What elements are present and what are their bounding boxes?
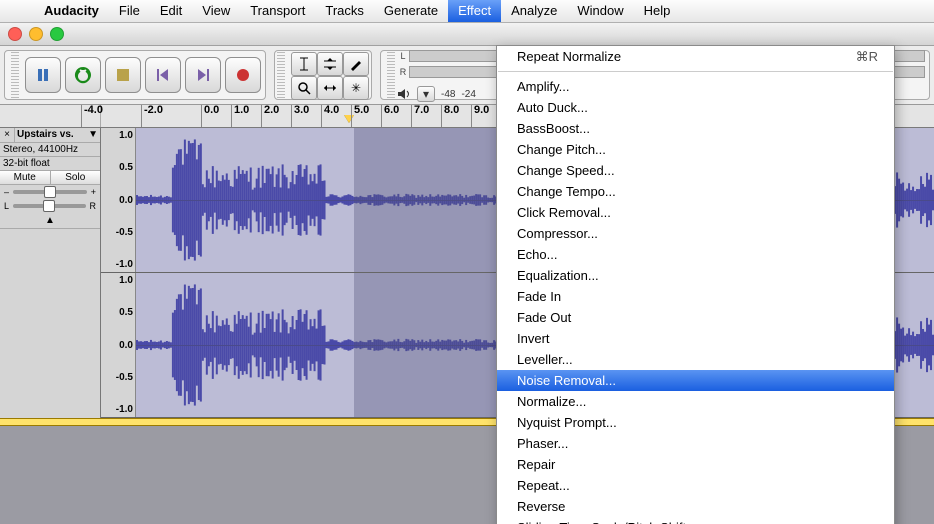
effect-item-repair[interactable]: Repair (497, 454, 894, 475)
effect-item-change-speed[interactable]: Change Speed... (497, 160, 894, 181)
app-window: stairs (0, 23, 934, 524)
ruler-tick: 7.0 (411, 105, 429, 127)
menu-edit[interactable]: Edit (150, 0, 192, 22)
menu-file[interactable]: File (109, 0, 150, 22)
toolbar-grip[interactable] (387, 52, 395, 98)
effect-item-equalization[interactable]: Equalization... (497, 265, 894, 286)
solo-button[interactable]: Solo (51, 171, 101, 184)
toolbar-grip[interactable] (277, 52, 285, 98)
envelope-tool-icon[interactable] (317, 52, 343, 76)
effect-item-nyquist-prompt[interactable]: Nyquist Prompt... (497, 412, 894, 433)
tools-toolbar: ✳ (274, 50, 372, 100)
mute-button[interactable]: Mute (0, 171, 51, 184)
pause-button[interactable] (25, 57, 61, 93)
effect-item-click-removal[interactable]: Click Removal... (497, 202, 894, 223)
ruler-tick: 3.0 (291, 105, 309, 127)
effect-item-bassboost[interactable]: BassBoost... (497, 118, 894, 139)
track-name-dropdown[interactable]: Upstairs vs.▼ (15, 128, 100, 142)
play-button[interactable] (65, 57, 101, 93)
shortcut-label: ⌘R (856, 48, 878, 65)
effect-item-amplify[interactable]: Amplify... (497, 76, 894, 97)
minimize-window-button[interactable] (29, 27, 43, 41)
effect-item-normalize[interactable]: Normalize... (497, 391, 894, 412)
effect-item-change-tempo[interactable]: Change Tempo... (497, 181, 894, 202)
ruler-tick: 6.0 (381, 105, 399, 127)
db-mark: -24 (461, 89, 475, 100)
track-bitdepth-label: 32-bit float (0, 157, 100, 171)
toolbar-grip[interactable] (11, 52, 19, 98)
effect-repeat-last[interactable]: Repeat Normalize ⌘R (497, 46, 894, 67)
zoom-window-button[interactable] (50, 27, 64, 41)
effect-item-invert[interactable]: Invert (497, 328, 894, 349)
meter-r-label: R (397, 67, 409, 77)
ruler-tick: 9.0 (471, 105, 489, 127)
ruler-tick: 4.0 (321, 105, 339, 127)
menu-transport[interactable]: Transport (240, 0, 315, 22)
menu-separator (498, 71, 893, 72)
effect-item-leveller[interactable]: Leveller... (497, 349, 894, 370)
effect-item-auto-duck[interactable]: Auto Duck... (497, 97, 894, 118)
effect-item-fade-in[interactable]: Fade In (497, 286, 894, 307)
effect-item-sliding-time-scale-pitch-shift[interactable]: Sliding Time Scale/Pitch Shift... (497, 517, 894, 524)
meter-menu-icon[interactable]: ▾ (417, 86, 435, 102)
menu-effect[interactable]: Effect (448, 0, 501, 22)
skip-end-button[interactable] (185, 57, 221, 93)
mac-menubar: Audacity File Edit View Transport Tracks… (0, 0, 934, 23)
ruler-tick: 0.0 (201, 105, 219, 127)
speaker-icon[interactable] (397, 87, 411, 101)
menu-analyze[interactable]: Analyze (501, 0, 567, 22)
draw-tool-icon[interactable] (343, 52, 369, 76)
meter-l-label: L (397, 51, 409, 61)
menu-generate[interactable]: Generate (374, 0, 448, 22)
track-control-panel: × Upstairs vs.▼ Stereo, 44100Hz 32-bit f… (0, 128, 101, 418)
close-window-button[interactable] (8, 27, 22, 41)
effect-item-fade-out[interactable]: Fade Out (497, 307, 894, 328)
track-close-button[interactable]: × (0, 128, 15, 142)
effect-item-change-pitch[interactable]: Change Pitch... (497, 139, 894, 160)
effect-item-echo[interactable]: Echo... (497, 244, 894, 265)
multi-tool-icon[interactable]: ✳ (343, 76, 369, 100)
effect-item-repeat[interactable]: Repeat... (497, 475, 894, 496)
transport-toolbar (4, 50, 266, 100)
ruler-tick: 8.0 (441, 105, 459, 127)
effect-item-noise-removal[interactable]: Noise Removal... (497, 370, 894, 391)
pan-slider[interactable]: L R (0, 199, 100, 213)
effect-item-phaser[interactable]: Phaser... (497, 433, 894, 454)
ruler-tick: 1.0 (231, 105, 249, 127)
record-button[interactable] (225, 57, 261, 93)
effect-menu-dropdown: Repeat Normalize ⌘R Amplify...Auto Duck.… (496, 45, 895, 524)
stop-button[interactable] (105, 57, 141, 93)
ruler-tick: -4.0 (81, 105, 103, 127)
ruler-tick: -2.0 (141, 105, 163, 127)
menu-tracks[interactable]: Tracks (315, 0, 374, 22)
effect-item-reverse[interactable]: Reverse (497, 496, 894, 517)
menu-app[interactable]: Audacity (34, 0, 109, 22)
effect-item-compressor[interactable]: Compressor... (497, 223, 894, 244)
amplitude-scale: 1.0 0.5 0.0 -0.5 -1.0 (101, 128, 136, 272)
ruler-tick: 5.0 (351, 105, 369, 127)
db-mark: -48 (441, 89, 455, 100)
amplitude-scale: 1.0 0.5 0.0 -0.5 -1.0 (101, 273, 136, 417)
gain-slider[interactable]: – + (0, 185, 100, 199)
skip-start-button[interactable] (145, 57, 181, 93)
ruler-tick: 2.0 (261, 105, 279, 127)
titlebar[interactable] (0, 23, 934, 46)
timeshift-tool-icon[interactable] (317, 76, 343, 100)
menu-help[interactable]: Help (634, 0, 681, 22)
menu-window[interactable]: Window (567, 0, 633, 22)
selection-tool-icon[interactable] (291, 52, 317, 76)
track-collapse-button[interactable]: ▲ (0, 213, 100, 229)
menu-view[interactable]: View (192, 0, 240, 22)
zoom-tool-icon[interactable] (291, 76, 317, 100)
track-format-label: Stereo, 44100Hz (0, 143, 100, 157)
